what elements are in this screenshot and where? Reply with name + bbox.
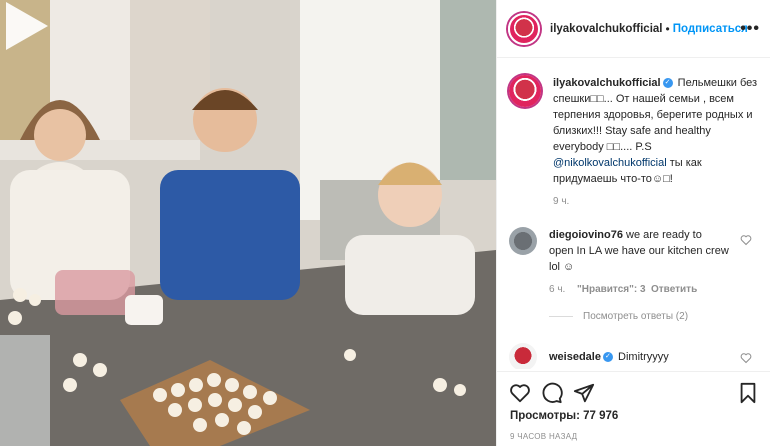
post-actions: Просмотры: 77 976 9 ЧАСОВ НАЗАД [497, 371, 770, 446]
play-icon[interactable] [0, 0, 52, 52]
post-sidebar: ilyakovalchukofficial • Подписаться ••• … [496, 0, 770, 446]
comment-text: Dimitryyyy [618, 351, 669, 363]
comment-username[interactable]: weisedale [549, 351, 601, 363]
view-count[interactable]: Просмотры: 77 976 [510, 410, 618, 422]
author-username[interactable]: ilyakovalchukofficial [550, 23, 663, 35]
verified-badge-icon: ✓ [602, 352, 613, 363]
post-timestamp[interactable]: 9 ЧАСОВ НАЗАД [510, 432, 577, 441]
header-separator: • [665, 21, 670, 36]
like-comment-icon[interactable] [740, 352, 752, 364]
comment-username[interactable]: diegoiovino76 [549, 229, 623, 241]
caption-block: ilyakovalchukofficial ✓ Пельмешки без спе… [509, 75, 764, 187]
like-icon[interactable] [509, 382, 531, 404]
follow-button[interactable]: Подписаться [673, 23, 748, 35]
mention-link[interactable]: @nikolkovalchukofficial [553, 157, 667, 169]
comment-likes[interactable]: "Нравится": 3 [577, 284, 646, 295]
share-icon[interactable] [573, 382, 595, 404]
comment-time: 6 ч. [549, 284, 566, 295]
view-replies-button[interactable]: Посмотреть ответы (2) [549, 311, 688, 322]
comment: weisedale ✓ Dimitryyyy [509, 343, 729, 369]
avatar[interactable] [509, 75, 541, 107]
video-frame [0, 0, 496, 446]
bookmark-icon[interactable] [737, 382, 759, 404]
comment: diegoiovino76 we are ready to open In LA… [509, 227, 729, 275]
avatar[interactable] [509, 343, 537, 369]
like-comment-icon[interactable] [740, 234, 752, 246]
avatar[interactable] [508, 12, 540, 45]
avatar[interactable] [509, 227, 537, 255]
post-header: ilyakovalchukofficial • Подписаться ••• [497, 0, 770, 58]
caption-time: 9 ч. [553, 196, 570, 207]
comments-list[interactable]: ilyakovalchukofficial ✓ Пельмешки без спе… [497, 59, 770, 369]
divider [549, 316, 573, 317]
caption-username[interactable]: ilyakovalchukofficial [553, 77, 661, 89]
view-replies-label: Посмотреть ответы (2) [583, 311, 689, 322]
more-options-icon[interactable]: ••• [740, 20, 760, 38]
video-player[interactable] [0, 0, 496, 446]
comment-icon[interactable] [541, 382, 563, 404]
verified-badge-icon: ✓ [662, 78, 673, 89]
reply-button[interactable]: Ответить [651, 284, 697, 295]
